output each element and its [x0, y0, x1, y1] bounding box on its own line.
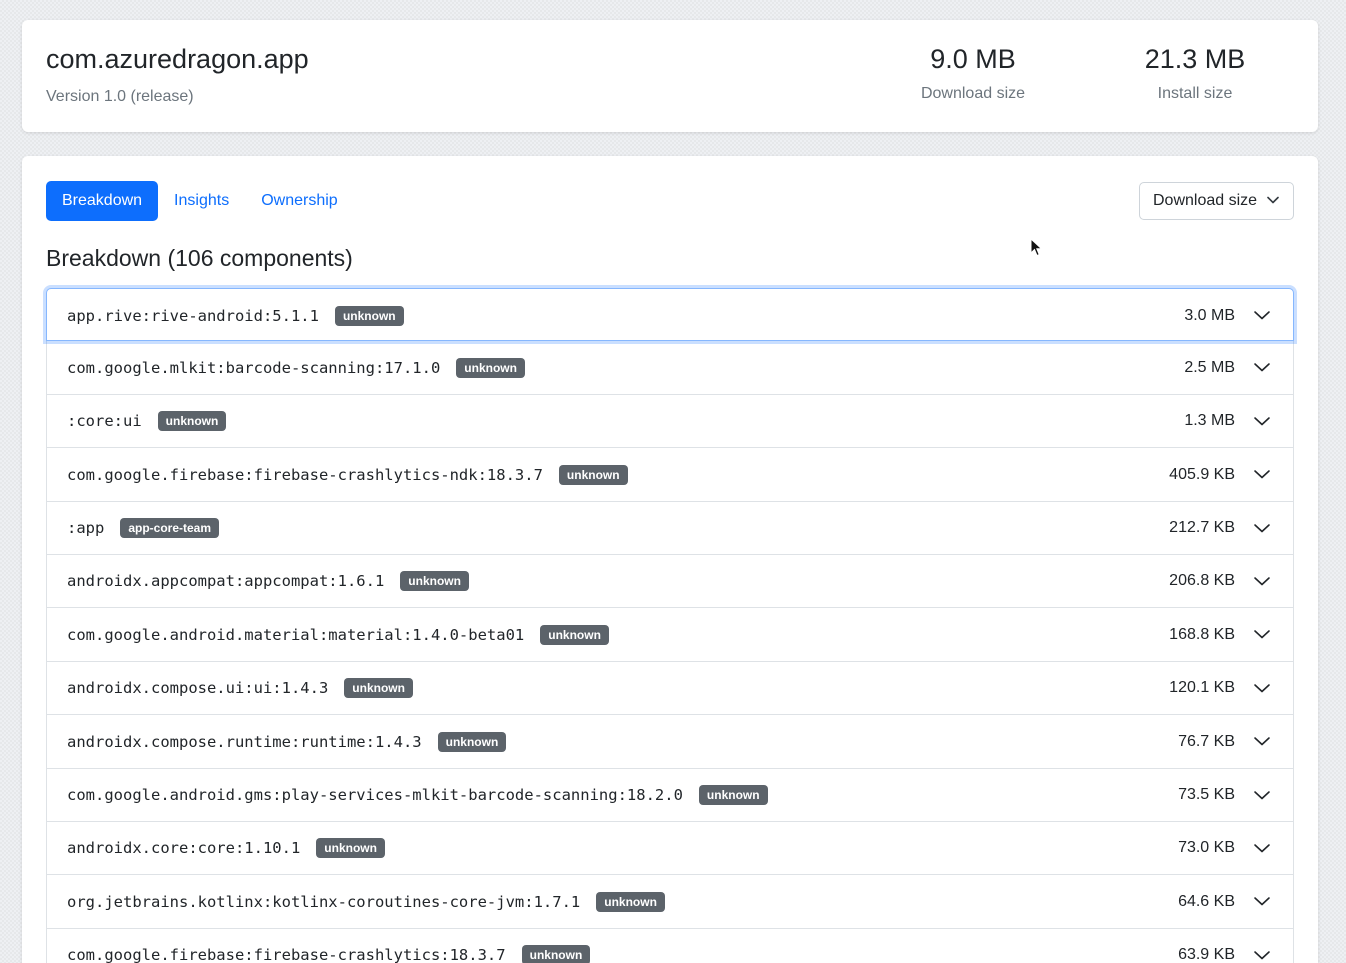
- component-size: 168.8 KB: [1169, 625, 1235, 643]
- download-size-value: 9.0 MB: [930, 44, 1016, 74]
- owner-badge: unknown: [400, 571, 469, 592]
- chevron-down-icon[interactable]: [1253, 521, 1271, 535]
- component-row[interactable]: app.rive:rive-android:5.1.1 unknown 3.0 MB: [46, 288, 1294, 342]
- chevron-down-icon[interactable]: [1253, 467, 1271, 481]
- chevron-down-icon: [1267, 196, 1279, 204]
- component-size: 2.5 MB: [1184, 358, 1235, 376]
- section-title: Breakdown (106 components): [46, 245, 353, 271]
- component-row[interactable]: androidx.core:core:1.10.1 unknown 73.0 KB: [46, 821, 1294, 876]
- tab-bar: Breakdown Insights Ownership: [46, 181, 354, 221]
- component-name: com.google.firebase:firebase-crashlytics…: [67, 946, 506, 963]
- component-size: 120.1 KB: [1169, 679, 1235, 697]
- install-size-label: Install size: [1157, 85, 1233, 102]
- component-row[interactable]: androidx.compose.ui:ui:1.4.3 unknown 120.1…: [46, 661, 1294, 716]
- component-name: com.google.firebase:firebase-crashlytics…: [67, 465, 543, 484]
- component-name: :core:ui: [67, 412, 142, 431]
- owner-badge: unknown: [334, 305, 404, 326]
- component-row[interactable]: :core:ui unknown 1.3 MB: [46, 394, 1294, 449]
- component-size: 206.8 KB: [1169, 572, 1235, 590]
- download-size-stat: 9.0 MB Download size: [873, 44, 1073, 103]
- component-name: com.google.android.material:material:1.4…: [67, 625, 525, 644]
- component-name-cell: org.jetbrains.kotlinx:kotlinx-coroutines…: [67, 875, 665, 928]
- owner-badge: app-core-team: [120, 518, 220, 539]
- component-size: 73.5 KB: [1178, 786, 1235, 804]
- chevron-down-icon[interactable]: [1253, 360, 1271, 374]
- owner-badge: unknown: [157, 411, 227, 432]
- owner-badge: unknown: [344, 678, 413, 699]
- mouse-cursor-icon: [1030, 238, 1043, 257]
- owner-badge: unknown: [698, 785, 768, 806]
- owner-badge: unknown: [316, 838, 385, 859]
- component-name: app.rive:rive-android:5.1.1: [67, 306, 319, 325]
- chevron-down-icon[interactable]: [1253, 308, 1271, 322]
- app-title: com.azuredragon.app: [46, 44, 309, 74]
- tab-breakdown[interactable]: Breakdown: [46, 181, 159, 221]
- component-name-cell: :core:ui unknown: [67, 395, 227, 448]
- size-metric-select[interactable]: Download size: [1139, 182, 1294, 220]
- chevron-down-icon[interactable]: [1253, 948, 1271, 962]
- app-summary-card: com.azuredragon.app Version 1.0 (release…: [22, 20, 1318, 132]
- chevron-down-icon[interactable]: [1253, 841, 1271, 855]
- owner-badge: unknown: [437, 731, 507, 752]
- chevron-down-icon[interactable]: [1253, 574, 1271, 588]
- component-row[interactable]: com.google.android.gms:play-services-mlk…: [46, 768, 1294, 822]
- component-name: androidx.compose.runtime:runtime:1.4.3: [67, 732, 422, 751]
- app-version: Version 1.0 (release): [46, 88, 194, 105]
- chevron-down-icon[interactable]: [1253, 788, 1271, 802]
- chevron-down-icon[interactable]: [1253, 681, 1271, 695]
- size-metric-value: Download size: [1153, 192, 1258, 209]
- chevron-down-icon[interactable]: [1253, 414, 1271, 428]
- component-size: 73.0 KB: [1178, 839, 1235, 857]
- component-row[interactable]: com.google.firebase:firebase-crashlytics…: [46, 448, 1294, 502]
- component-row[interactable]: androidx.compose.runtime:runtime:1.4.3 un…: [46, 715, 1294, 769]
- component-name: androidx.compose.ui:ui:1.4.3: [67, 679, 329, 698]
- component-size: 63.9 KB: [1178, 946, 1235, 963]
- owner-badge: unknown: [596, 891, 665, 912]
- component-name-cell: com.google.mlkit:barcode-scanning:17.1.0…: [67, 341, 525, 394]
- owner-badge: unknown: [521, 945, 591, 963]
- tab-insights[interactable]: Insights: [158, 181, 245, 221]
- component-list: app.rive:rive-android:5.1.1 unknown 3.0 MB…: [46, 288, 1294, 963]
- breakdown-card: Breakdown Insights Ownership Download si…: [22, 156, 1318, 963]
- chevron-down-icon[interactable]: [1253, 734, 1271, 748]
- component-name: androidx.appcompat:appcompat:1.6.1: [67, 572, 385, 591]
- download-size-label: Download size: [920, 85, 1026, 102]
- owner-badge: unknown: [558, 464, 628, 485]
- component-size: 3.0 MB: [1184, 306, 1235, 324]
- owner-badge: unknown: [540, 624, 609, 645]
- component-name-cell: app.rive:rive-android:5.1.1 unknown: [67, 289, 404, 342]
- component-name-cell: androidx.core:core:1.10.1 unknown: [67, 822, 385, 875]
- chevron-down-icon[interactable]: [1253, 627, 1271, 641]
- component-row[interactable]: com.google.android.material:material:1.4…: [46, 608, 1294, 662]
- component-name: com.google.mlkit:barcode-scanning:17.1.0: [67, 358, 441, 377]
- component-size: 64.6 KB: [1178, 892, 1235, 910]
- component-row[interactable]: androidx.appcompat:appcompat:1.6.1 unknow…: [46, 554, 1294, 609]
- component-name: androidx.core:core:1.10.1: [67, 839, 301, 858]
- component-name-cell: com.google.android.gms:play-services-mlk…: [67, 769, 768, 822]
- component-row[interactable]: com.google.mlkit:barcode-scanning:17.1.0…: [46, 341, 1294, 395]
- component-name-cell: com.google.firebase:firebase-crashlytics…: [67, 448, 628, 501]
- component-name-cell: androidx.compose.runtime:runtime:1.4.3 un…: [67, 715, 507, 768]
- chevron-down-icon[interactable]: [1253, 894, 1271, 908]
- install-size-value: 21.3 MB: [1144, 44, 1246, 74]
- component-row[interactable]: org.jetbrains.kotlinx:kotlinx-coroutines…: [46, 875, 1294, 929]
- component-name-cell: androidx.compose.ui:ui:1.4.3 unknown: [67, 662, 413, 715]
- component-name-cell: :app app-core-team: [67, 502, 220, 555]
- component-name-cell: com.google.android.material:material:1.4…: [67, 608, 609, 661]
- component-name: org.jetbrains.kotlinx:kotlinx-coroutines…: [67, 892, 581, 911]
- component-size: 212.7 KB: [1169, 519, 1235, 537]
- component-size: 1.3 MB: [1184, 412, 1235, 430]
- owner-badge: unknown: [456, 357, 525, 378]
- component-row[interactable]: com.google.firebase:firebase-crashlytics…: [46, 928, 1294, 963]
- component-name: com.google.android.gms:play-services-mlk…: [67, 786, 683, 805]
- tab-ownership[interactable]: Ownership: [245, 181, 353, 221]
- install-size-stat: 21.3 MB Install size: [1095, 44, 1295, 103]
- component-name-cell: androidx.appcompat:appcompat:1.6.1 unknow…: [67, 555, 469, 608]
- component-row[interactable]: :app app-core-team 212.7 KB: [46, 501, 1294, 555]
- component-size: 405.9 KB: [1169, 465, 1235, 483]
- component-size: 76.7 KB: [1178, 732, 1235, 750]
- component-name-cell: com.google.firebase:firebase-crashlytics…: [67, 929, 591, 963]
- component-name: :app: [67, 519, 105, 538]
